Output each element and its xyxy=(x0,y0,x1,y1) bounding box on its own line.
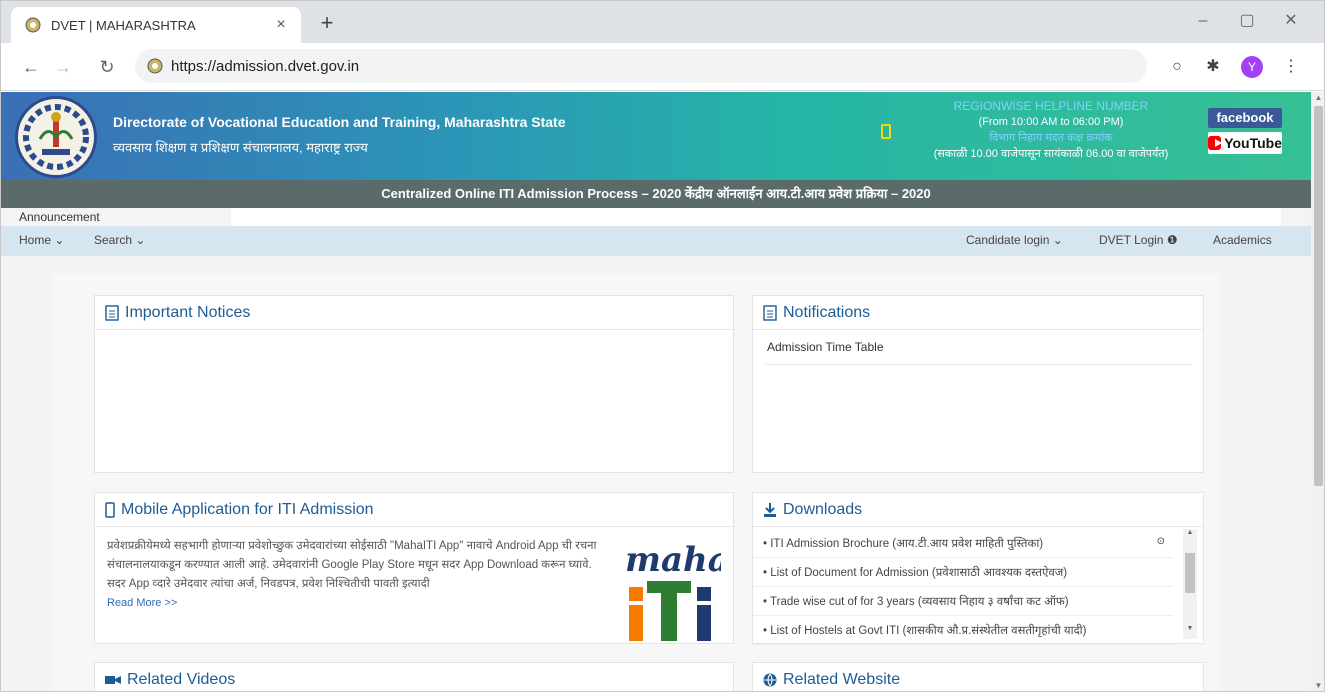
nav-candidate-login[interactable]: Candidate login ⌄ xyxy=(966,233,1063,247)
downloads-list: • ITI Admission Brochure (आय.टी.आय प्रवे… xyxy=(753,529,1183,645)
nav-home[interactable]: Home ⌄ xyxy=(19,233,64,247)
org-name-marathi: व्यवसाय शिक्षण व प्रशिक्षण संचालनालय, मह… xyxy=(113,140,368,155)
maximize-button[interactable]: ▢ xyxy=(1227,9,1267,33)
youtube-label: YouTube xyxy=(1224,135,1282,151)
facebook-link[interactable]: facebook xyxy=(1208,108,1282,128)
reload-icon[interactable]: ↻ xyxy=(95,55,119,79)
related-videos-header: Related Videos xyxy=(95,663,733,691)
mobile-app-description: प्रवेशप्रक्रीयेमध्ये सहभागी होणाऱ्या प्र… xyxy=(107,537,607,613)
tab-close-button[interactable]: × xyxy=(271,16,291,34)
new-tab-button[interactable]: + xyxy=(313,10,341,38)
site-info-icon xyxy=(147,58,163,74)
nav-dvet-login[interactable]: DVET Login ❶ xyxy=(1099,233,1178,247)
announcement-ticker xyxy=(231,208,1281,226)
notifications-panel: Notifications Admission Time Table xyxy=(752,295,1204,473)
extensions-puzzle-icon[interactable]: ✱ xyxy=(1201,55,1225,79)
download-item[interactable]: • List of Document for Admission (प्रवेश… xyxy=(753,558,1173,587)
important-notices-header: Important Notices xyxy=(95,296,733,330)
downloads-panel: Downloads • ITI Admission Brochure (आय.ट… xyxy=(752,492,1204,645)
download-item[interactable]: • List of Hostels at Govt ITI (शासकीय औ.… xyxy=(753,616,1173,645)
page-scroll-down-icon[interactable]: ▼ xyxy=(1311,680,1324,691)
download-item-label[interactable]: • ITI Admission Brochure (आय.टी.आय प्रवे… xyxy=(763,538,1043,550)
youtube-link[interactable]: YouTube xyxy=(1208,132,1282,154)
page-scroll-up-icon[interactable]: ▲ xyxy=(1311,92,1324,104)
profile-avatar[interactable]: Y xyxy=(1241,56,1263,78)
youtube-play-icon xyxy=(1208,136,1223,150)
nav-search[interactable]: Search ⌄ xyxy=(94,233,145,247)
download-item[interactable]: • ITI Admission Brochure (आय.टी.आय प्रवे… xyxy=(753,529,1173,558)
announcement-bar: Announcement xyxy=(1,208,1311,226)
scrollbar-thumb[interactable] xyxy=(1185,553,1195,593)
forward-arrow-icon[interactable]: → xyxy=(51,55,75,79)
maha-logo-text: maha xyxy=(625,540,721,580)
helpline-time-marathi: (सकाळी 10.00 वाजेपासून सायंकाळी 06.00 वा… xyxy=(933,148,1169,160)
mahaiti-logo: maha xyxy=(625,540,721,641)
related-videos-title: Related Videos xyxy=(127,670,236,688)
related-website-title: Related Website xyxy=(783,670,901,688)
browser-window: DVET | MAHARASHTRA × + – ▢ ✕ ← → ↻ https… xyxy=(0,0,1325,692)
related-website-panel: Related Website xyxy=(752,662,1204,691)
mobile-app-text: प्रवेशप्रक्रीयेमध्ये सहभागी होणाऱ्या प्र… xyxy=(107,540,597,590)
notification-item[interactable]: Admission Time Table xyxy=(753,330,1203,354)
tab-title: DVET | MAHARASHTRA xyxy=(51,17,196,33)
org-name-english: Directorate of Vocational Education and … xyxy=(113,114,566,130)
close-window-button[interactable]: ✕ xyxy=(1271,9,1311,33)
read-more-link[interactable]: Read More >> xyxy=(107,597,177,609)
page-viewport: Directorate of Vocational Education and … xyxy=(1,92,1311,691)
tab-strip: DVET | MAHARASHTRA × + – ▢ ✕ xyxy=(1,1,1324,43)
important-notices-panel: Important Notices xyxy=(94,295,734,473)
download-item[interactable]: • Trade wise cut of for 3 years (व्यवसाय… xyxy=(753,587,1173,616)
site-favicon-icon xyxy=(25,17,41,33)
notifications-header: Notifications xyxy=(753,296,1203,330)
page-scrollbar-thumb[interactable] xyxy=(1314,106,1323,486)
nav-academics[interactable]: Academics xyxy=(1213,233,1272,247)
dvet-emblem-icon xyxy=(20,101,92,173)
phone-icon xyxy=(881,124,891,139)
info-circle-icon[interactable]: ⊙ xyxy=(1157,536,1165,547)
related-videos-panel: Related Videos xyxy=(94,662,734,691)
helpline-time: (From 10:00 AM to 06:00 PM) xyxy=(978,116,1124,128)
site-header: Directorate of Vocational Education and … xyxy=(1,92,1311,180)
important-notices-title: Important Notices xyxy=(125,303,251,321)
globe-icon xyxy=(763,673,777,686)
download-icon xyxy=(764,502,776,517)
notifications-title: Notifications xyxy=(783,303,871,321)
scroll-up-arrow-icon[interactable]: ▲ xyxy=(1183,529,1197,536)
browser-tab[interactable]: DVET | MAHARASHTRA × xyxy=(11,7,301,43)
divider xyxy=(765,364,1191,365)
url-text[interactable]: https://admission.dvet.gov.in xyxy=(171,58,359,75)
document-icon xyxy=(763,304,777,321)
helpline-title[interactable]: REGIONWISE HELPLINE NUMBER xyxy=(906,98,1196,114)
admission-process-banner: Centralized Online ITI Admission Process… xyxy=(1,180,1311,208)
address-bar[interactable]: https://admission.dvet.gov.in xyxy=(135,49,1147,83)
announcement-label: Announcement xyxy=(19,210,100,224)
back-arrow-icon[interactable]: ← xyxy=(19,55,43,79)
downloads-title: Downloads xyxy=(783,500,863,518)
helpline-info[interactable]: REGIONWISE HELPLINE NUMBER (From 10:00 A… xyxy=(906,98,1196,162)
mobile-app-title: Mobile Application for ITI Admission xyxy=(121,500,374,518)
scroll-down-arrow-icon[interactable]: ▼ xyxy=(1183,625,1197,632)
extension-circle-icon[interactable]: ○ xyxy=(1165,55,1189,79)
mobile-app-header: Mobile Application for ITI Admission xyxy=(95,493,733,527)
browser-toolbar: ← → ↻ https://admission.dvet.gov.in ○ ✱ … xyxy=(1,43,1324,91)
menu-kebab-icon[interactable]: ⋮ xyxy=(1279,55,1303,79)
downloads-header: Downloads xyxy=(753,493,1203,527)
helpline-title-marathi[interactable]: विभाग निहाय मदत कक्ष क्रमांक xyxy=(906,130,1196,146)
minimize-button[interactable]: – xyxy=(1183,9,1223,33)
dvet-logo xyxy=(15,96,97,178)
related-website-header: Related Website xyxy=(753,663,1203,691)
main-nav: Home ⌄ Search ⌄ Candidate login ⌄ DVET L… xyxy=(1,226,1311,256)
downloads-scrollbar[interactable]: ▲ ▼ xyxy=(1183,529,1197,639)
page-scrollbar[interactable]: ▲ ▼ xyxy=(1311,92,1324,691)
document-icon xyxy=(105,304,119,321)
video-camera-icon xyxy=(105,675,121,684)
mobile-app-panel: Mobile Application for ITI Admission प्र… xyxy=(94,492,734,644)
mobile-phone-icon xyxy=(105,501,115,518)
